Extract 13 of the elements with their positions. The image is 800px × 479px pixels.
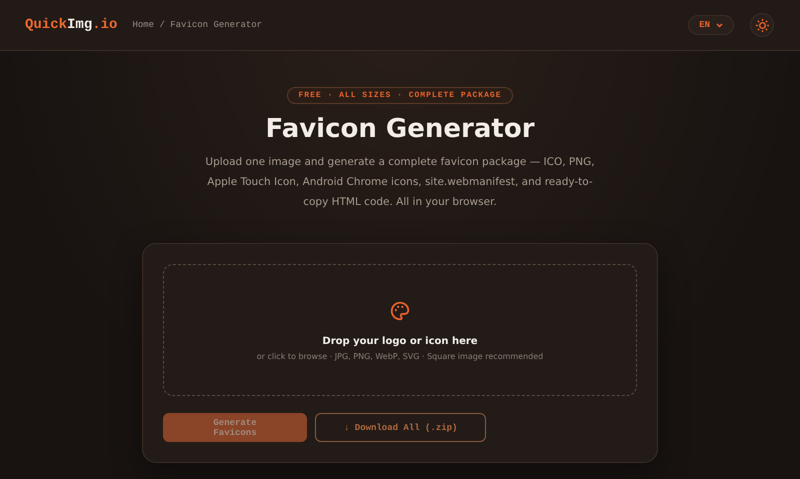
theme-toggle-button[interactable] (750, 13, 774, 37)
language-dropdown[interactable]: EN (688, 15, 734, 35)
feature-badge: FREE · ALL SIZES · COMPLETE PACKAGE (287, 87, 513, 104)
sun-icon (756, 18, 768, 32)
page-description: Upload one image and generate a complete favicon package — ICO, PNG, Apple Touch Icon, Android Chrome icons, site.webmanifest, and ready-to-copy HTML code. All in your browser. (205, 155, 595, 210)
dropzone[interactable]: Drop your logo or icon here or click to browse · JPG, PNG, WebP, SVG · Square image recommended (163, 264, 637, 396)
logo[interactable]: QuickImg.io (25, 17, 118, 33)
palette-icon (389, 300, 411, 322)
page-title: Favicon Generator (265, 114, 535, 144)
caret-icon (716, 22, 723, 28)
dropzone-title: Drop your logo or icon here (322, 336, 478, 346)
dropzone-hint: or click to browse · JPG, PNG, WebP, SVG · Square image recommended (256, 352, 544, 360)
breadcrumb: Home / Favicon Generator (132, 20, 262, 30)
